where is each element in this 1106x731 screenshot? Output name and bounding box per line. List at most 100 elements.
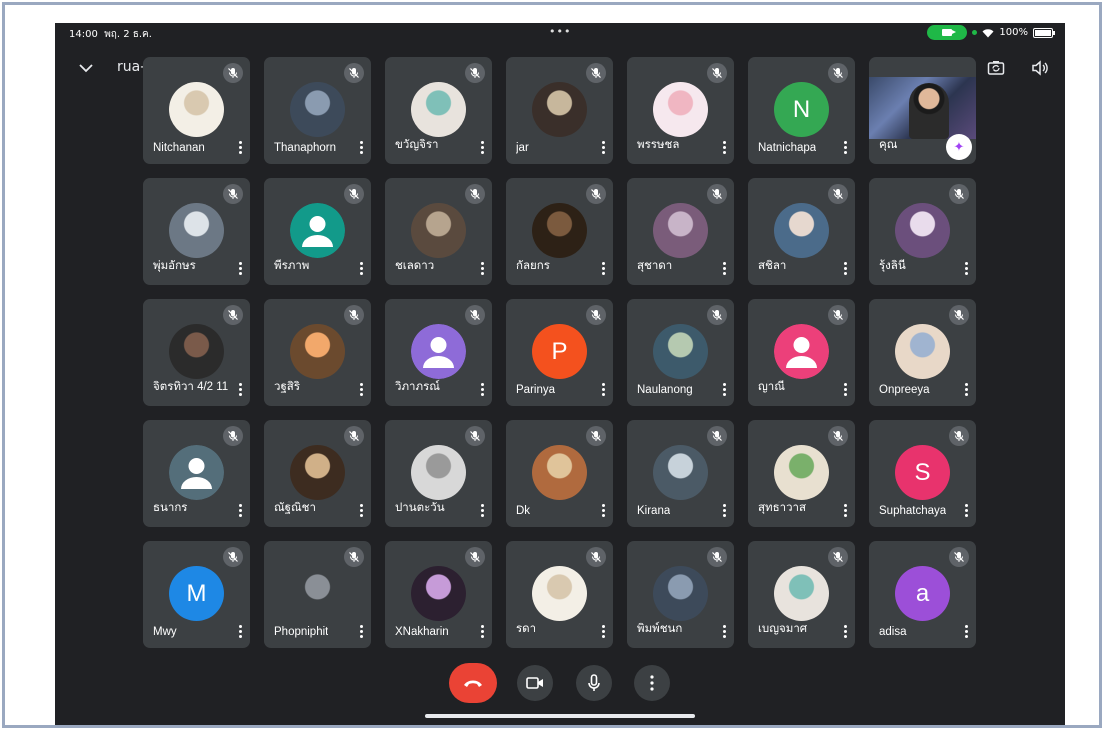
participant-tile[interactable]: jar [506,57,613,164]
more-vert-icon[interactable] [357,383,365,397]
participant-tile[interactable]: รุ้งลินี [869,178,976,285]
participant-tile[interactable]: S Suphatchaya [869,420,976,527]
end-call-icon [464,680,482,687]
more-vert-icon[interactable] [236,625,244,639]
more-vert-icon[interactable] [357,625,365,639]
participant-tile[interactable]: พีรภาพ [264,178,371,285]
mic-off-icon [465,184,485,204]
more-vert-icon[interactable] [720,262,728,276]
participant-name: Naulanong [637,384,693,396]
more-vert-icon[interactable] [720,141,728,155]
participant-tile[interactable]: P Parinya [506,299,613,406]
participant-tile[interactable]: N Natnichapa [748,57,855,164]
more-vert-icon[interactable] [236,262,244,276]
more-vert-icon[interactable] [962,625,970,639]
more-vert-icon[interactable] [841,504,849,518]
more-vert-icon[interactable] [962,383,970,397]
avatar-photo [290,82,345,137]
avatar-photo [774,203,829,258]
default-avatar-icon [169,445,224,500]
participant-tile[interactable]: M Mwy [143,541,250,648]
more-vert-icon[interactable] [962,504,970,518]
more-vert-icon[interactable] [841,383,849,397]
participant-tile[interactable]: ณัฐณิชา [264,420,371,527]
more-vert-icon[interactable] [599,262,607,276]
more-options-button[interactable] [634,665,670,701]
more-vert-icon[interactable] [236,504,244,518]
camera-button[interactable] [517,665,553,701]
participant-tile[interactable]: พรรษชล [627,57,734,164]
participant-tile[interactable]: ธนากร [143,420,250,527]
participant-tile[interactable]: Kirana [627,420,734,527]
participant-tile[interactable]: Thanaphorn [264,57,371,164]
participant-tile[interactable]: Phopniphit [264,541,371,648]
participant-tile[interactable]: สชิลา [748,178,855,285]
participant-tile[interactable]: ชเลดาว [385,178,492,285]
mic-off-icon [344,184,364,204]
participant-tile[interactable]: กัลยกร [506,178,613,285]
speaker-icon[interactable] [1030,58,1050,78]
participant-tile[interactable]: พิมพ์ชนก [627,541,734,648]
participant-name: ปานตะวัน [395,502,445,514]
more-vert-icon[interactable] [720,383,728,397]
self-video-tile[interactable]: ✦ คุณ [869,57,976,164]
avatar-photo [895,324,950,379]
avatar-photo [532,203,587,258]
more-vert-icon[interactable] [357,504,365,518]
more-vert-icon[interactable] [599,141,607,155]
more-vert-icon[interactable] [478,141,486,155]
more-vert-icon[interactable] [478,262,486,276]
more-vert-icon[interactable] [599,504,607,518]
chevron-down-icon[interactable] [77,59,95,77]
more-vert-icon[interactable] [599,383,607,397]
participant-tile[interactable]: พุ่มอักษร [143,178,250,285]
more-vert-icon[interactable] [357,262,365,276]
self-video-person [909,83,949,139]
participant-tile[interactable]: สุชาดา [627,178,734,285]
avatar-default [169,445,224,500]
more-vert-icon[interactable] [599,625,607,639]
mic-off-icon [828,63,848,83]
participant-tile[interactable]: Onpreeya [869,299,976,406]
participant-tile[interactable]: วฐสิริ [264,299,371,406]
call-controls [55,661,1065,705]
self-video-feed [869,77,976,139]
more-vert-icon[interactable] [236,383,244,397]
more-vert-icon[interactable] [478,504,486,518]
participant-tile[interactable]: ญาณี [748,299,855,406]
microphone-button[interactable] [576,665,612,701]
multitask-dots-icon[interactable]: ••• [549,25,571,38]
participant-tile[interactable]: Nitchanan [143,57,250,164]
more-vert-icon[interactable] [720,504,728,518]
participant-tile[interactable]: a adisa [869,541,976,648]
participant-tile[interactable]: เบญจมาศ [748,541,855,648]
participant-name: adisa [879,626,907,638]
more-vert-icon[interactable] [236,141,244,155]
participant-tile[interactable]: รดา [506,541,613,648]
end-call-button[interactable] [449,663,497,703]
participant-tile[interactable]: วิภาภรณ์ [385,299,492,406]
home-indicator[interactable] [425,714,695,718]
switch-camera-icon[interactable] [986,58,1006,78]
more-vert-icon[interactable] [478,383,486,397]
more-vert-icon[interactable] [841,625,849,639]
mic-off-icon [344,63,364,83]
participant-tile[interactable]: Naulanong [627,299,734,406]
more-vert-icon[interactable] [841,141,849,155]
participant-tile[interactable]: ปานตะวัน [385,420,492,527]
more-vert-icon[interactable] [720,625,728,639]
more-vert-icon[interactable] [478,625,486,639]
participant-tile[interactable]: สุทธาวาส [748,420,855,527]
participant-tile[interactable]: XNakharin [385,541,492,648]
more-vert-icon[interactable] [841,262,849,276]
more-vert-icon[interactable] [962,262,970,276]
participant-tile[interactable]: จิตรทิวา 4/2 11 [143,299,250,406]
more-vert-icon[interactable] [357,141,365,155]
participant-tile[interactable]: Dk [506,420,613,527]
mic-off-icon [465,547,485,567]
participant-name: Nitchanan [153,142,205,154]
sparkle-effects-icon[interactable]: ✦ [946,134,972,160]
participant-tile[interactable]: ขวัญจิรา [385,57,492,164]
mic-icon [588,674,600,691]
mic-off-icon [828,305,848,325]
